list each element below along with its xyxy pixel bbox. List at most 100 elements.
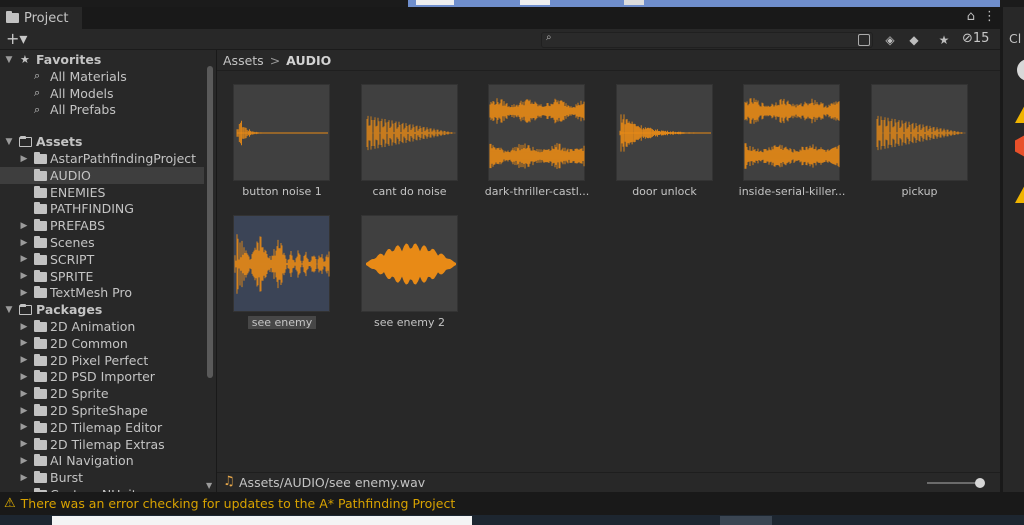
tree-item-label: Packages [36, 302, 103, 318]
tree-item-label: 2D Sprite [50, 386, 109, 402]
expand-closed-icon[interactable]: ▶ [19, 322, 29, 332]
asset-thumbnail[interactable] [360, 84, 458, 181]
asset-thumbnail[interactable] [615, 84, 713, 181]
tree-item-favorite[interactable]: ⌕ All Materials [0, 68, 204, 85]
waveform-preview [366, 115, 455, 151]
expand-closed-icon[interactable]: ▶ [19, 338, 29, 348]
expand-closed-icon[interactable]: ▶ [19, 254, 29, 264]
expand-closed-icon[interactable]: ▶ [19, 473, 29, 483]
tree-item-asset-folder[interactable]: ▶ TextMesh Pro [0, 284, 204, 301]
expand-closed-icon[interactable]: ▶ [19, 456, 29, 466]
tree-item-package[interactable]: ▶ 2D Pixel Perfect [0, 352, 204, 369]
thumbnail-size-slider[interactable] [927, 478, 985, 488]
expand-closed-icon[interactable]: ▶ [19, 355, 29, 365]
tree-item-package[interactable]: ▶ Burst [0, 469, 204, 486]
create-dropdown-button[interactable]: +▾ [6, 29, 27, 48]
tree-item-label: PATHFINDING [50, 201, 134, 217]
tree-item-asset-folder[interactable]: AUDIO [0, 166, 204, 184]
lock-icon[interactable]: ⌂ [967, 9, 975, 24]
tree-item-package[interactable]: ▶ 2D SpriteShape [0, 402, 204, 419]
scrollbar-thumb[interactable] [207, 66, 213, 378]
search-icon: ⌕ [34, 102, 41, 116]
project-tab[interactable]: Project [0, 7, 82, 29]
tree-item-asset-folder[interactable]: ▶ Scenes [0, 234, 204, 251]
expand-closed-icon[interactable]: ▶ [19, 422, 29, 432]
more-menu-icon[interactable]: ⋮ [983, 9, 996, 24]
tree-item-label: 2D Common [50, 335, 128, 351]
expand-closed-icon[interactable]: ▶ [19, 406, 29, 416]
tree-scrollbar[interactable]: ▼ [204, 50, 216, 492]
tree-section-favorites[interactable]: ▼ ★ Favorites [0, 51, 204, 68]
folder-icon [34, 420, 47, 433]
tree-item-asset-folder[interactable]: ▶ AstarPathfindingProject [0, 150, 204, 167]
tree-item-favorite[interactable]: ⌕ All Models [0, 85, 204, 102]
asset-thumbnail[interactable] [743, 84, 840, 181]
tree-item-package[interactable]: ▶ 2D PSD Importer [0, 368, 204, 385]
hidden-packages-toggle[interactable]: ⊘15 [962, 31, 989, 46]
audio-asset-tile[interactable]: pickup [863, 84, 973, 204]
expand-closed-icon[interactable]: ▶ [19, 389, 29, 399]
asset-thumbnail[interactable] [233, 84, 330, 181]
favorite-star-icon[interactable]: ★ [933, 29, 955, 50]
tree-item-label: ENEMIES [50, 184, 106, 200]
tree-item-label: AUDIO [50, 167, 91, 183]
scroll-down-icon[interactable]: ▼ [206, 481, 212, 490]
tree-section-packages[interactable]: ▼ Packages [0, 301, 204, 318]
breadcrumb-current[interactable]: AUDIO [286, 53, 331, 68]
expand-closed-icon[interactable]: ▶ [19, 154, 29, 164]
expand-open-icon[interactable]: ▼ [4, 305, 14, 315]
tree-item-package[interactable]: ▶ 2D Tilemap Editor [0, 419, 204, 436]
audio-asset-tile[interactable]: button noise 1 [225, 84, 335, 204]
tree-item-asset-folder[interactable]: ▶ PREFABS [0, 217, 204, 234]
audio-asset-tile[interactable]: inside-serial-killer... [735, 84, 845, 204]
tree-item-package[interactable]: ▶ 2D Common [0, 335, 204, 352]
expand-closed-icon[interactable]: ▶ [19, 238, 29, 248]
tree-item-label: All Models [50, 85, 114, 101]
tree-item-package[interactable]: ▶ 2D Animation [0, 318, 204, 335]
tree-item-package[interactable]: ▶ 2D Tilemap Extras [0, 436, 204, 453]
search-icon: ⌕ [34, 69, 41, 83]
asset-thumbnail[interactable] [233, 215, 330, 312]
tree-item-asset-folder[interactable]: PATHFINDING [0, 200, 204, 217]
slider-knob[interactable] [975, 478, 985, 488]
filter-by-type-icon[interactable]: ◈ [879, 29, 901, 50]
asset-thumbnail[interactable] [488, 84, 585, 181]
audio-asset-tile[interactable]: door unlock [608, 84, 718, 204]
save-search-icon[interactable] [858, 34, 870, 46]
search-icon: ⌕ [34, 86, 41, 100]
folder-tree: ▼ ★ Favorites ⌕ All Materials ⌕ All Models ⌕ All… [0, 50, 204, 492]
tree-item-favorite[interactable]: ⌕ All Prefabs [0, 101, 204, 118]
tree-item-label: Burst [50, 470, 84, 486]
audio-asset-tile[interactable]: cant do noise [353, 84, 463, 204]
tree-item-asset-folder[interactable]: ▶ SCRIPT [0, 251, 204, 268]
tree-item-label: 2D Animation [50, 319, 136, 334]
expand-closed-icon[interactable]: ▶ [19, 372, 29, 382]
warning-triangle-icon [1015, 103, 1024, 123]
asset-thumbnail[interactable] [870, 84, 968, 181]
expand-closed-icon[interactable]: ▶ [19, 221, 29, 231]
tree-item-label: All Prefabs [50, 102, 116, 118]
tree-item-asset-folder[interactable]: ▶ SPRITE [0, 268, 204, 285]
filter-by-label-icon[interactable]: ◆ [903, 29, 925, 50]
audio-asset-tile[interactable]: see enemy 2 [353, 215, 463, 335]
breadcrumb-assets[interactable]: Assets [223, 53, 264, 68]
tree-section-assets[interactable]: ▼ Assets [0, 133, 204, 150]
audio-asset-tile[interactable]: see enemy [225, 215, 335, 335]
tree-item-label: Favorites [36, 52, 102, 67]
tree-item-package[interactable]: ▶ 2D Sprite [0, 385, 204, 402]
status-bar[interactable]: ⚠ There was an error checking for update… [0, 492, 1024, 515]
expand-closed-icon[interactable]: ▶ [19, 271, 29, 281]
folder-icon [34, 370, 47, 383]
open-folder-icon [19, 136, 32, 148]
audio-asset-tile[interactable]: dark-thriller-castl... [480, 84, 590, 204]
asset-thumbnail[interactable] [360, 215, 458, 312]
expand-open-icon[interactable]: ▼ [4, 55, 14, 65]
scene-view-strip [408, 0, 1000, 7]
expand-closed-icon[interactable]: ▶ [19, 439, 29, 449]
search-input[interactable]: ⌕ [541, 32, 873, 48]
expand-open-icon[interactable]: ▼ [4, 137, 14, 147]
tree-item-asset-folder[interactable]: ENEMIES [0, 184, 204, 201]
hierarchy-tab-label[interactable]: Cl [1009, 31, 1021, 46]
expand-closed-icon[interactable]: ▶ [19, 288, 29, 298]
tree-item-package[interactable]: ▶ AI Navigation [0, 452, 204, 469]
